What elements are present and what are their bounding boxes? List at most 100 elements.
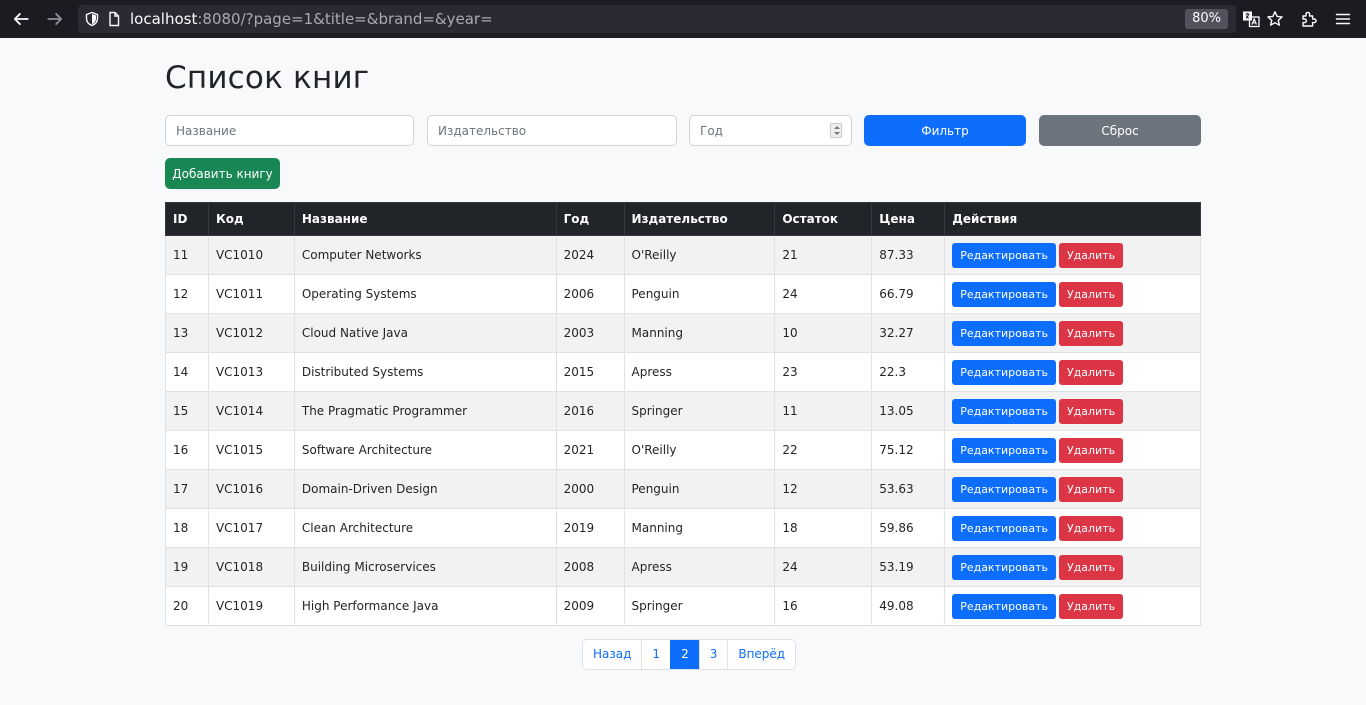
url-text[interactable]: localhost:8080/?page=1&title=&brand=&yea… [130,10,493,28]
cell-year: 2024 [555,235,625,275]
delete-button[interactable]: Удалить [1058,554,1124,580]
cell-id: 13 [165,313,209,353]
delete-button[interactable]: Удалить [1058,359,1124,385]
cell-title: Building Microservices [293,547,557,587]
cell-code: VC1013 [207,352,295,392]
cell-title: Operating Systems [293,274,557,314]
filter-button[interactable]: Фильтр [864,115,1026,146]
year-filter-input[interactable] [689,115,852,146]
row-actions: Редактировать Удалить [952,242,1193,268]
zoom-level-button[interactable]: 80% [1185,9,1228,29]
pagination-next[interactable]: Вперёд [727,640,796,669]
cell-title: High Performance Java [293,586,557,626]
cell-title: Software Architecture [293,430,557,470]
cell-code: VC1016 [207,469,295,509]
delete-button[interactable]: Удалить [1058,398,1124,424]
cell-actions: Редактировать Удалить [944,508,1201,548]
cell-actions: Редактировать Удалить [944,430,1201,470]
cell-stock: 23 [774,352,873,392]
cell-price: 59.86 [871,508,946,548]
shield-icon[interactable] [84,11,100,27]
title-filter-input[interactable] [165,115,414,146]
edit-button[interactable]: Редактировать [952,242,1056,268]
delete-button[interactable]: Удалить [1058,281,1124,307]
row-actions: Редактировать Удалить [952,476,1193,502]
forward-button[interactable] [42,6,68,32]
cell-year: 2000 [555,469,625,509]
cell-id: 19 [165,547,209,587]
edit-button[interactable]: Редактировать [952,359,1056,385]
extensions-button[interactable] [1294,0,1324,38]
pagination-page-1[interactable]: 1 [641,640,671,669]
cell-price: 53.63 [871,469,946,509]
cell-year: 2021 [555,430,625,470]
address-bar[interactable]: localhost:8080/?page=1&title=&brand=&yea… [78,5,1236,33]
cell-publisher: Apress [623,352,776,392]
edit-button[interactable]: Редактировать [952,437,1056,463]
puzzle-icon [1302,11,1317,27]
add-book-button[interactable]: Добавить книгу [165,158,280,189]
menu-button[interactable] [1328,0,1358,38]
cell-actions: Редактировать Удалить [944,313,1201,353]
delete-button[interactable]: Удалить [1058,476,1124,502]
edit-button[interactable]: Редактировать [952,593,1056,619]
edit-button[interactable]: Редактировать [952,515,1056,541]
row-actions: Редактировать Удалить [952,281,1193,307]
cell-year: 2003 [555,313,625,353]
cell-price: 87.33 [871,235,946,275]
cell-title: Distributed Systems [293,352,557,392]
edit-button[interactable]: Редактировать [952,476,1056,502]
cell-stock: 11 [774,391,873,431]
pagination-page-3[interactable]: 3 [698,640,728,669]
cell-year: 2019 [555,508,625,548]
delete-button[interactable]: Удалить [1058,242,1124,268]
cell-year: 2006 [555,274,625,314]
pagination-prev[interactable]: Назад [583,640,642,669]
bookmark-button[interactable] [1260,0,1290,38]
cell-code: VC1018 [207,547,295,587]
page-icon [106,11,122,27]
cell-year: 2008 [555,547,625,587]
filter-form: Фильтр Сброс [165,115,1201,146]
cell-actions: Редактировать Удалить [944,235,1201,275]
cell-publisher: Springer [623,586,776,626]
cell-id: 11 [165,235,209,275]
column-header-title: Название [293,202,557,236]
edit-button[interactable]: Редактировать [952,398,1056,424]
brand-filter-input[interactable] [427,115,677,146]
cell-actions: Редактировать Удалить [944,391,1201,431]
cell-id: 14 [165,352,209,392]
row-actions: Редактировать Удалить [952,554,1193,580]
back-button[interactable] [8,6,34,32]
edit-button[interactable]: Редактировать [952,554,1056,580]
cell-publisher: Penguin [623,274,776,314]
reset-button[interactable]: Сброс [1039,115,1201,146]
cell-stock: 18 [774,508,873,548]
year-spinner[interactable] [830,123,842,138]
cell-code: VC1014 [207,391,295,431]
cell-id: 18 [165,508,209,548]
delete-button[interactable]: Удалить [1058,437,1124,463]
cell-publisher: Apress [623,547,776,587]
table-row: 13 VC1012 Cloud Native Java 2003 Manning 10 32… [165,313,1201,353]
cell-title: Cloud Native Java [293,313,557,353]
delete-button[interactable]: Удалить [1058,593,1124,619]
url-host: localhost [130,10,198,28]
books-table: ID Код Название Год Издательство Остаток… [165,202,1201,626]
edit-button[interactable]: Редактировать [952,320,1056,346]
cell-id: 12 [165,274,209,314]
cell-year: 2009 [555,586,625,626]
delete-button[interactable]: Удалить [1058,320,1124,346]
column-header-year: Год [555,202,625,236]
cell-price: 49.08 [871,586,946,626]
star-icon [1267,11,1283,26]
table-row: 14 VC1013 Distributed Systems 2015 Apress 23 2… [165,352,1201,392]
pagination-page-2[interactable]: 2 [670,640,699,669]
delete-button[interactable]: Удалить [1058,515,1124,541]
cell-price: 53.19 [871,547,946,587]
cell-price: 22.3 [871,352,946,392]
edit-button[interactable]: Редактировать [952,281,1056,307]
cell-actions: Редактировать Удалить [944,274,1201,314]
cell-id: 16 [165,430,209,470]
cell-publisher: O'Reilly [623,235,776,275]
